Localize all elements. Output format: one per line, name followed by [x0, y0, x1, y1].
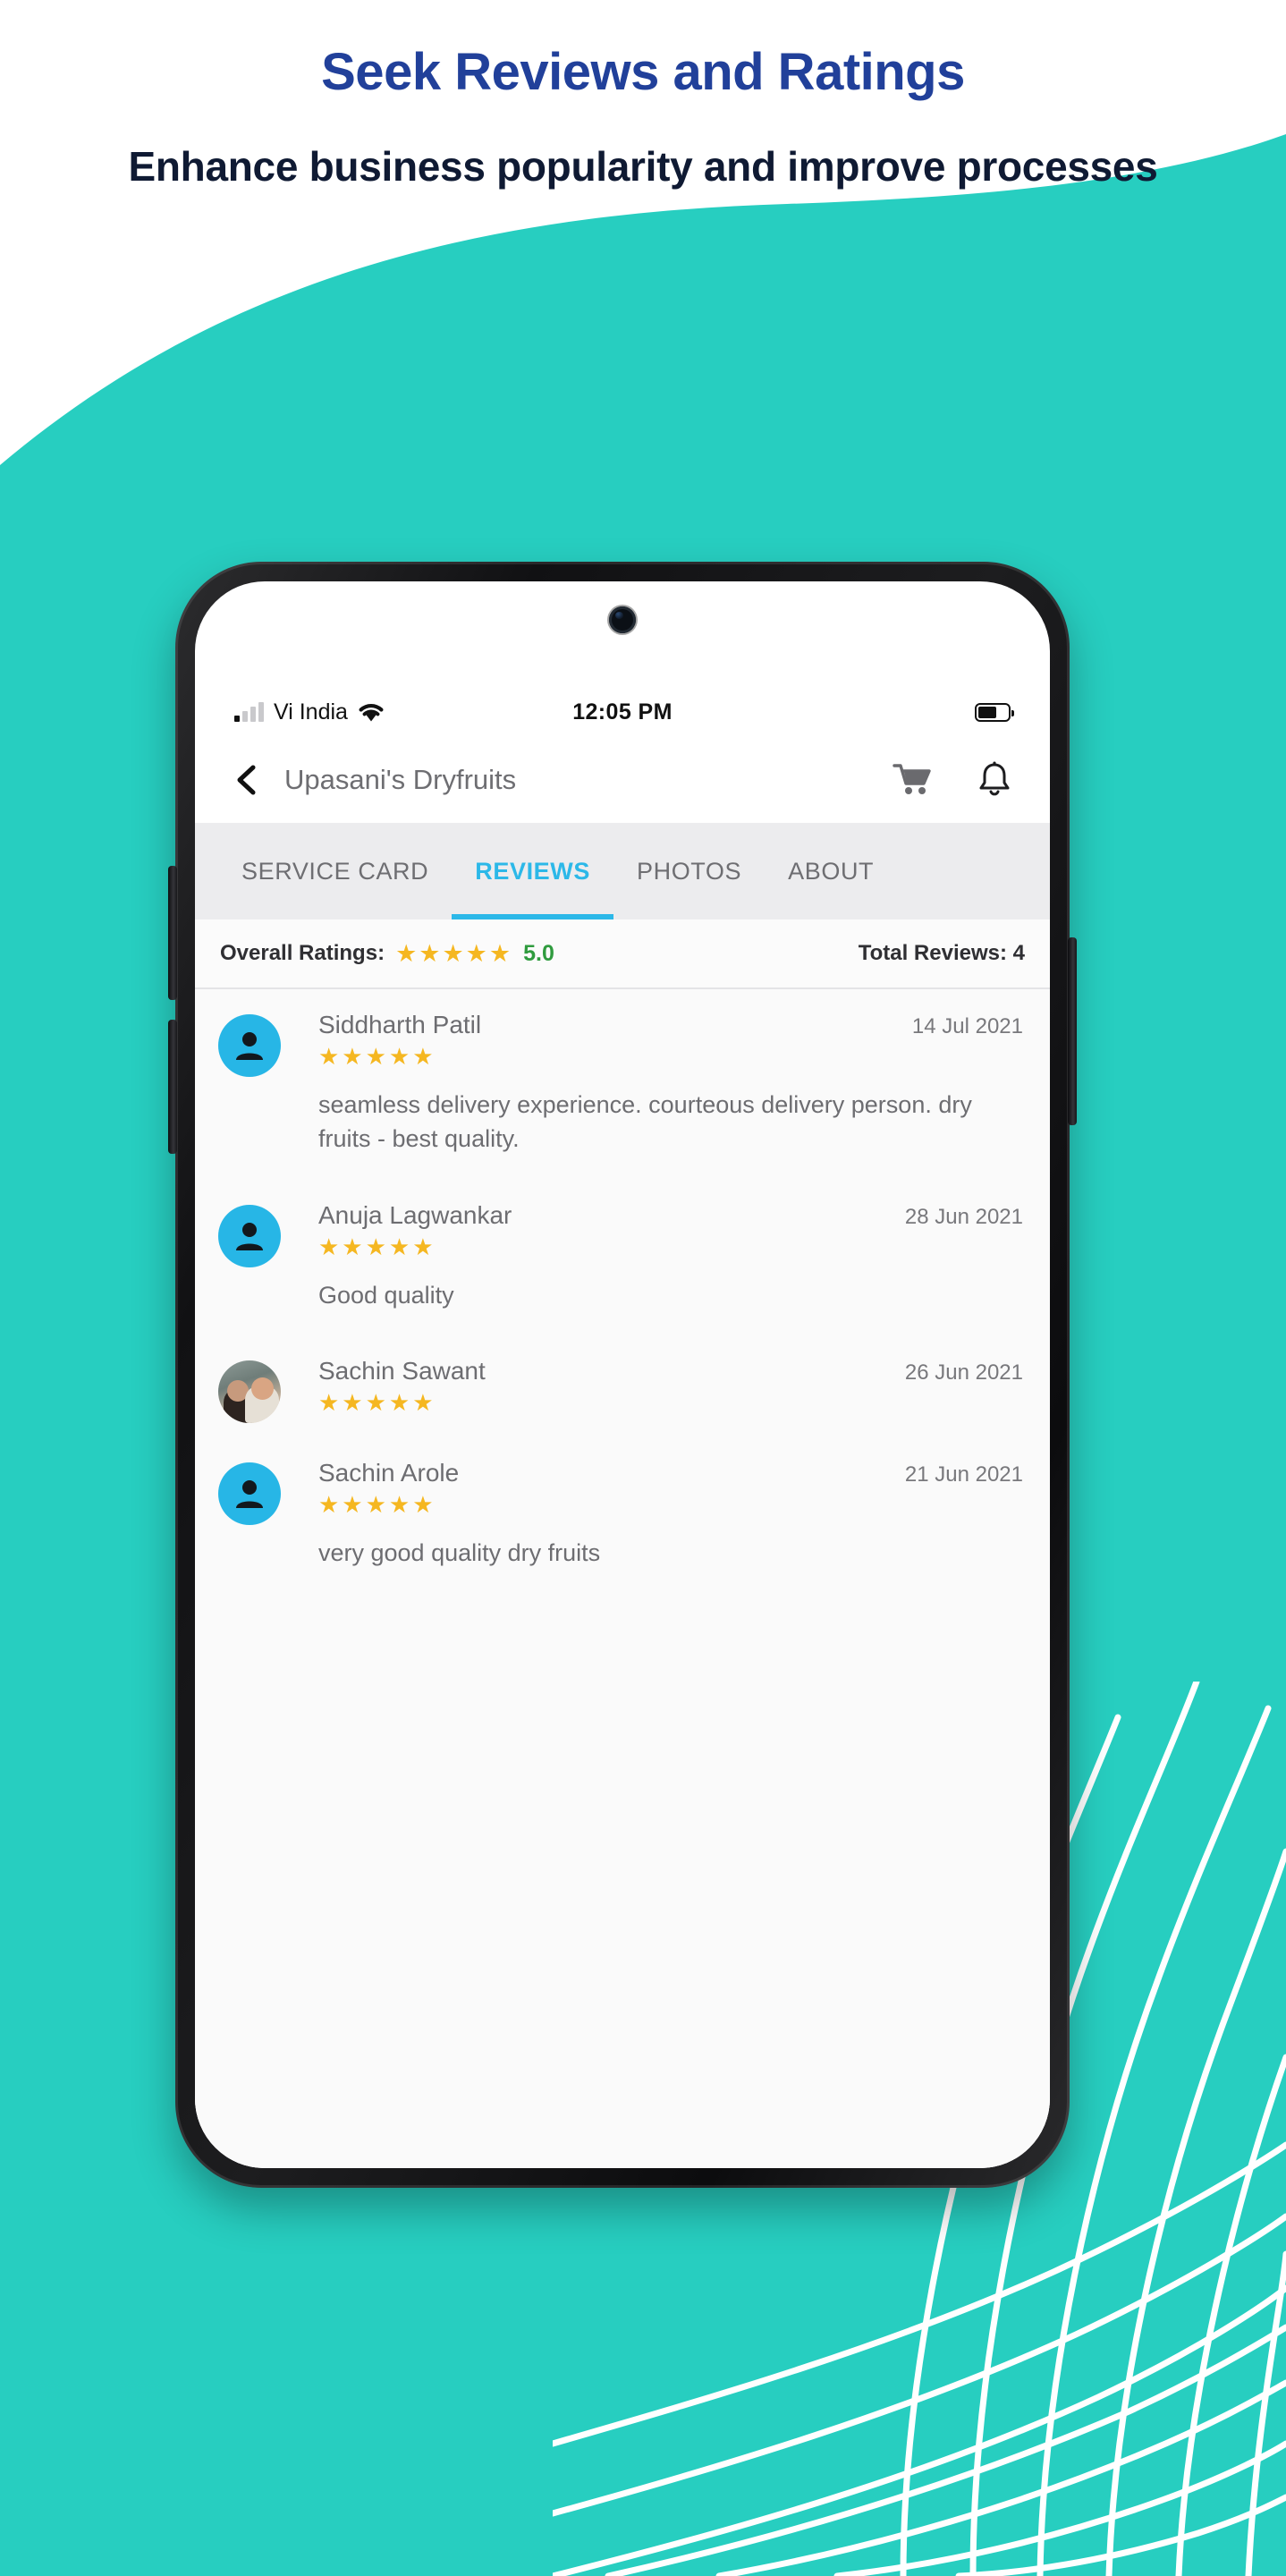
volume-up-button[interactable]	[168, 866, 177, 1000]
review-stars-icon: ★★★★★	[318, 1233, 436, 1260]
business-name-title: Upasani's Dryfruits	[284, 764, 517, 795]
avatar	[218, 1204, 281, 1267]
overall-rating-value: 5.0	[523, 940, 554, 966]
page-title: Seek Reviews and Ratings	[321, 43, 965, 101]
review-header: Siddharth Patil 14 Jul 2021	[318, 1009, 1023, 1040]
review-header: Sachin Arole 21 Jun 2021	[318, 1457, 1023, 1488]
tab-about[interactable]: ABOUT	[765, 823, 897, 919]
review-item[interactable]: Sachin Sawant 26 Jun 2021 ★★★★★	[195, 1341, 1050, 1443]
overall-stars-icon: ★★★★★	[395, 939, 513, 967]
reviewer-name: Siddharth Patil	[318, 1011, 482, 1038]
review-date: 14 Jul 2021	[911, 1014, 1023, 1038]
review-stars-icon: ★★★★★	[318, 1388, 436, 1416]
phone-screen: Vi India 12:05 PM Upasani's Dryfruits SE…	[195, 581, 1050, 2168]
review-text: seamless delivery experience. courteous …	[318, 1091, 972, 1153]
tab-reviews[interactable]: REVIEWS	[452, 823, 613, 919]
shopping-cart-icon[interactable]	[893, 760, 932, 800]
notification-bell-icon[interactable]	[975, 760, 1014, 800]
review-item[interactable]: Sachin Arole 21 Jun 2021 ★★★★★ very good…	[195, 1443, 1050, 1579]
review-item[interactable]: Anuja Lagwankar 28 Jun 2021 ★★★★★ Good q…	[195, 1185, 1050, 1321]
avatar	[218, 1014, 281, 1077]
wifi-icon	[358, 702, 385, 723]
app-bar-actions	[893, 760, 1014, 800]
person-placeholder-icon	[236, 1032, 263, 1060]
avatar-photo-face	[251, 1377, 274, 1400]
divider	[195, 1165, 1050, 1185]
carrier-label: Vi India	[274, 699, 348, 724]
review-item[interactable]: Siddharth Patil 14 Jul 2021 ★★★★★ seamle…	[195, 995, 1050, 1165]
total-reviews-label: Total Reviews: 4	[858, 941, 1025, 965]
review-text: Good quality	[318, 1281, 454, 1309]
overall-ratings-group: Overall Ratings: ★★★★★ 5.0	[220, 941, 554, 967]
page-subtitle: Enhance business popularity and improve …	[128, 142, 1158, 190]
power-button[interactable]	[1068, 937, 1077, 1125]
front-camera-icon	[609, 606, 636, 633]
volume-down-button[interactable]	[168, 1020, 177, 1154]
divider	[195, 1321, 1050, 1341]
avatar	[218, 1462, 281, 1525]
overall-ratings-label: Overall Ratings:	[220, 941, 385, 965]
battery-icon	[975, 702, 1014, 722]
review-text: very good quality dry fruits	[318, 1538, 601, 1566]
promo-screenshot: Seek Reviews and Ratings Enhance busines…	[0, 0, 1286, 2576]
review-date: 26 Jun 2021	[904, 1360, 1023, 1385]
tab-service-card[interactable]: SERVICE CARD	[218, 823, 452, 919]
status-bar: Vi India 12:05 PM	[195, 687, 1050, 737]
reviews-list[interactable]: Siddharth Patil 14 Jul 2021 ★★★★★ seamle…	[195, 989, 1050, 2168]
promo-text-block: Seek Reviews and Ratings Enhance busines…	[0, 0, 1286, 194]
status-bar-right	[975, 702, 1014, 722]
review-date: 21 Jun 2021	[904, 1462, 1023, 1487]
phone-mockup: Vi India 12:05 PM Upasani's Dryfruits SE…	[168, 562, 1077, 2188]
review-stars-icon: ★★★★★	[318, 1043, 436, 1070]
back-chevron-icon[interactable]	[231, 765, 261, 795]
tab-bar: SERVICE CARD REVIEWS PHOTOS ABOUT	[195, 823, 1050, 919]
reviewer-name: Sachin Sawant	[318, 1356, 486, 1385]
signal-bars-icon	[234, 702, 264, 722]
ratings-summary-bar: Overall Ratings: ★★★★★ 5.0 Total Reviews…	[195, 919, 1050, 989]
app-bar: Upasani's Dryfruits	[195, 737, 1050, 823]
review-header: Anuja Lagwankar 28 Jun 2021	[318, 1199, 1023, 1231]
reviewer-name: Sachin Arole	[318, 1458, 460, 1487]
app-viewport: Vi India 12:05 PM Upasani's Dryfruits SE…	[195, 687, 1050, 2168]
reviewer-name: Anuja Lagwankar	[318, 1200, 512, 1229]
avatar	[218, 1360, 281, 1423]
tab-photos[interactable]: PHOTOS	[613, 823, 765, 919]
review-header: Sachin Sawant 26 Jun 2021	[318, 1355, 1023, 1386]
person-placeholder-icon	[236, 1479, 263, 1508]
status-bar-left: Vi India	[234, 699, 385, 725]
review-stars-icon: ★★★★★	[318, 1490, 436, 1518]
person-placeholder-icon	[236, 1222, 263, 1250]
review-date: 28 Jun 2021	[904, 1204, 1023, 1229]
